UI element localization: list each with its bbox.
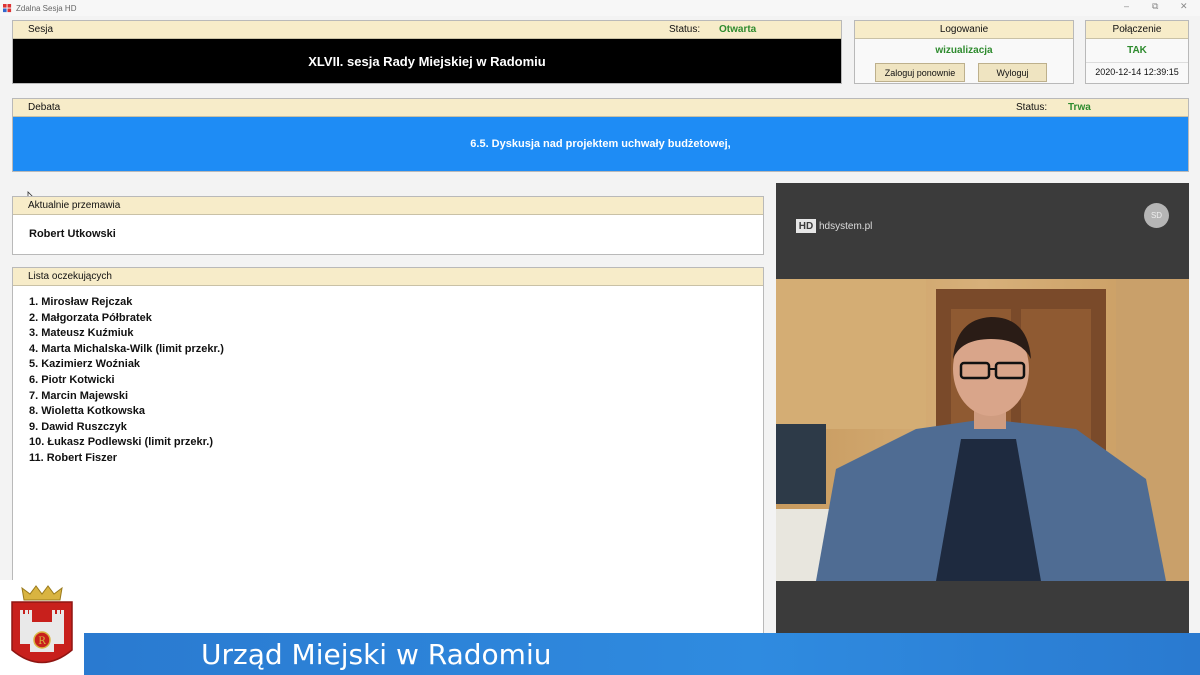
minimize-button[interactable]: – bbox=[1124, 1, 1129, 11]
waiting-list-panel: Lista oczekujących 1. Mirosław Rejczak 2… bbox=[12, 267, 764, 667]
debate-panel: Debata Status: Trwa 6.5. Dyskusja nad pr… bbox=[12, 98, 1189, 172]
session-header: Sesja Status: Otwarta bbox=[13, 21, 841, 39]
camera-feed bbox=[776, 279, 1189, 581]
waiting-list-header: Lista oczekujących bbox=[13, 268, 763, 286]
debate-header: Debata Status: Trwa bbox=[13, 99, 1188, 117]
hdsystem-text: hdsystem.pl bbox=[819, 220, 873, 232]
current-speaker-header-label: Aktualnie przemawia bbox=[28, 200, 121, 211]
list-item: 11. Robert Fiszer bbox=[29, 451, 118, 464]
connection-status: TAK bbox=[1127, 45, 1147, 56]
hdsystem-logo: HD hdsystem.pl bbox=[796, 219, 872, 233]
session-panel: Sesja Status: Otwarta XLVII. sesja Rady … bbox=[12, 20, 842, 84]
connection-datetime: 2020-12-14 12:39:15 bbox=[1086, 62, 1188, 77]
list-item: 5. Kazimierz Woźniak bbox=[29, 358, 141, 371]
debate-status-value: Trwa bbox=[1068, 102, 1091, 113]
current-speaker-name: Robert Utkowski bbox=[29, 228, 116, 240]
debate-topic: 6.5. Dyskusja nad projektem uchwały budż… bbox=[13, 117, 1188, 171]
waiting-list-header-label: Lista oczekujących bbox=[28, 271, 112, 282]
radom-coat-of-arms: R bbox=[0, 580, 84, 675]
app-icon bbox=[3, 3, 12, 12]
camera-image bbox=[776, 279, 1189, 581]
current-speaker-panel: Aktualnie przemawia Robert Utkowski bbox=[12, 196, 764, 255]
list-item: 8. Wioletta Kotkowska bbox=[29, 405, 146, 418]
waiting-list: 1. Mirosław Rejczak 2. Małgorzata Półbra… bbox=[13, 286, 763, 467]
avatar: SD bbox=[1144, 203, 1169, 228]
hd-mark: HD bbox=[796, 219, 816, 233]
logout-button[interactable]: Wyloguj bbox=[978, 63, 1047, 82]
list-item: 3. Mateusz Kuźmiuk bbox=[29, 327, 134, 340]
debate-status-label: Status: bbox=[1016, 102, 1048, 113]
list-item: 2. Małgorzata Półbratek bbox=[29, 311, 152, 324]
debate-header-label: Debata bbox=[28, 102, 61, 113]
list-item: 4. Marta Michalska-Wilk (limit przekr.) bbox=[29, 342, 224, 355]
session-header-label: Sesja bbox=[28, 24, 54, 35]
login-header-label: Logowanie bbox=[939, 24, 989, 35]
login-header: Logowanie bbox=[855, 21, 1073, 39]
window-title: Zdalna Sesja HD bbox=[16, 3, 77, 13]
video-panel: HD hdsystem.pl SD bbox=[776, 183, 1189, 645]
logged-user: wizualizacja bbox=[935, 45, 993, 56]
list-item: 9. Dawid Ruszczyk bbox=[29, 420, 127, 433]
close-button[interactable]: ✕ bbox=[1180, 1, 1188, 12]
connection-header: Połączenie bbox=[1086, 21, 1188, 39]
banner-text: Urząd Miejski w Radomiu bbox=[201, 637, 552, 671]
list-item: 7. Marcin Majewski bbox=[29, 389, 129, 402]
coat-of-arms-icon: R bbox=[11, 585, 73, 664]
bottom-banner: Urząd Miejski w Radomiu bbox=[84, 633, 1200, 675]
session-title: XLVII. sesja Rady Miejskiej w Radomiu bbox=[13, 39, 841, 83]
current-speaker-header: Aktualnie przemawia bbox=[13, 197, 763, 215]
list-item: 10. Łukasz Podlewski (limit przekr.) bbox=[29, 436, 214, 449]
window-titlebar: Zdalna Sesja HD – ⧉ ✕ bbox=[0, 0, 1200, 16]
connection-panel: Połączenie TAK 2020-12-14 12:39:15 bbox=[1085, 20, 1189, 84]
session-status-label: Status: bbox=[669, 24, 701, 35]
session-status-value: Otwarta bbox=[719, 24, 757, 35]
maximize-button[interactable]: ⧉ bbox=[1152, 1, 1158, 12]
list-item: 1. Mirosław Rejczak bbox=[29, 296, 133, 308]
svg-text:R: R bbox=[38, 636, 46, 647]
list-item: 6. Piotr Kotwicki bbox=[29, 373, 115, 386]
connection-header-label: Połączenie bbox=[1112, 24, 1162, 35]
login-panel: Logowanie wizualizacja Zaloguj ponownie … bbox=[854, 20, 1074, 84]
relogin-button[interactable]: Zaloguj ponownie bbox=[875, 63, 965, 82]
